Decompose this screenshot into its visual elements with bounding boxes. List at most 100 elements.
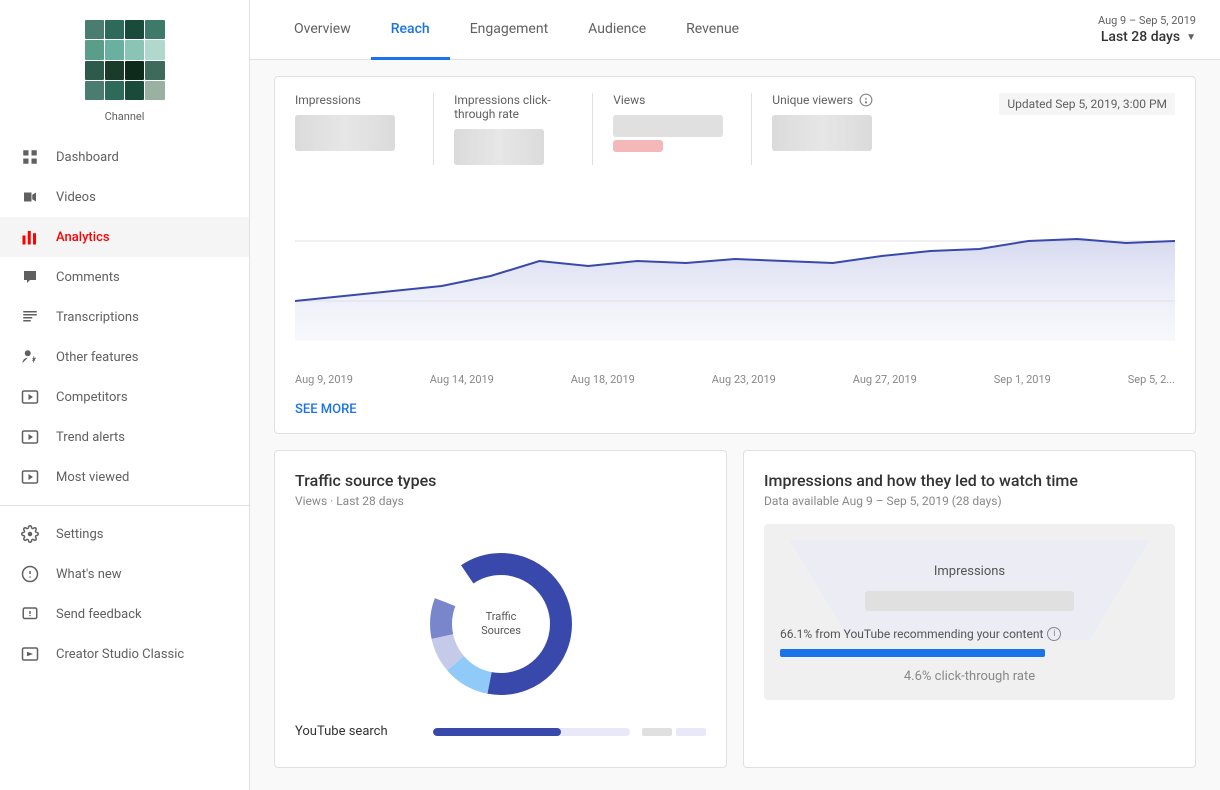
sidebar-item-comments[interactable]: Comments xyxy=(0,257,249,297)
metric-impressions[interactable]: Impressions xyxy=(295,93,434,165)
person-gear-icon xyxy=(20,347,40,367)
chart-area: Aug 9, 2019 Aug 14, 2019 Aug 18, 2019 Au… xyxy=(295,181,1175,417)
metric-unique-viewers[interactable]: Unique viewers xyxy=(752,93,910,165)
sidebar-item-label: Creator Studio Classic xyxy=(56,647,184,662)
chart-label-2: Aug 18, 2019 xyxy=(571,373,635,386)
chart-label-6: Sep 5, 2... xyxy=(1128,373,1175,386)
sidebar-item-dashboard[interactable]: Dashboard xyxy=(0,137,249,177)
traffic-sources-title: Traffic source types xyxy=(295,471,706,490)
updated-text: Updated Sep 5, 2019, 3:00 PM xyxy=(999,93,1175,115)
comment-icon xyxy=(20,267,40,287)
sidebar-item-other-features[interactable]: Other features xyxy=(0,337,249,377)
play-box-icon xyxy=(20,387,40,407)
metrics-header: Impressions Impressions click-through ra… xyxy=(295,93,1175,165)
tab-overview[interactable]: Overview xyxy=(274,1,371,60)
traffic-row-youtube-search: YouTube search xyxy=(295,724,706,739)
sidebar-item-label: Send feedback xyxy=(56,607,142,622)
traffic-sources-card: Traffic source types Views · Last 28 day… xyxy=(274,450,727,768)
donut-chart: Traffic Sources xyxy=(295,524,706,724)
metrics-row: Impressions Impressions click-through ra… xyxy=(295,93,910,165)
sidebar-item-label: Dashboard xyxy=(56,150,119,165)
funnel-impressions-label: Impressions xyxy=(796,564,1143,579)
sidebar-item-whats-new[interactable]: What's new xyxy=(0,554,249,594)
chart-label-0: Aug 9, 2019 xyxy=(295,373,353,386)
see-more-button[interactable]: SEE MORE xyxy=(295,402,357,417)
top-bar: Overview Reach Engagement Audience Reven… xyxy=(250,0,1220,60)
metric-views-label: Views xyxy=(613,93,731,107)
svg-text:Sources: Sources xyxy=(481,624,521,637)
traffic-bar-bg xyxy=(433,728,630,736)
traffic-sources-subtitle: Views · Last 28 days xyxy=(295,494,706,508)
sidebar-item-competitors[interactable]: Competitors xyxy=(0,377,249,417)
sidebar-item-label: Analytics xyxy=(56,230,110,245)
exclamation-icon xyxy=(20,564,40,584)
content-area: Impressions Impressions click-through ra… xyxy=(250,60,1220,790)
dropdown-arrow-icon: ▼ xyxy=(1186,32,1196,43)
bar-chart-icon xyxy=(20,227,40,247)
sidebar-item-videos[interactable]: Videos xyxy=(0,177,249,217)
creator-studio-icon xyxy=(20,644,40,664)
sidebar-item-transcriptions[interactable]: Transcriptions xyxy=(0,297,249,337)
tab-revenue[interactable]: Revenue xyxy=(666,1,759,60)
sidebar-item-label: Trend alerts xyxy=(56,430,125,445)
traffic-label: YouTube search xyxy=(295,724,425,739)
metric-views[interactable]: Views xyxy=(593,93,752,165)
sidebar-item-trend-alerts[interactable]: Trend alerts xyxy=(0,417,249,457)
sidebar-item-label: Settings xyxy=(56,527,103,542)
sidebar-item-most-viewed[interactable]: Most viewed xyxy=(0,457,249,497)
metric-impressions-value xyxy=(295,115,395,151)
sidebar-item-send-feedback[interactable]: Send feedback xyxy=(0,594,249,634)
sidebar-item-label: Competitors xyxy=(56,390,128,405)
metric-views-value xyxy=(613,115,731,152)
sidebar-item-label: Comments xyxy=(56,270,120,285)
trend-icon xyxy=(20,427,40,447)
feedback-icon xyxy=(20,604,40,624)
traffic-bar-fill xyxy=(433,728,561,736)
sidebar-item-creator-studio[interactable]: Creator Studio Classic xyxy=(0,634,249,674)
donut-svg: Traffic Sources xyxy=(411,534,591,714)
sidebar-item-label: What's new xyxy=(56,567,122,582)
metrics-chart-card: Impressions Impressions click-through ra… xyxy=(274,76,1196,434)
sidebar-item-label: Transcriptions xyxy=(56,310,139,325)
tab-engagement[interactable]: Engagement xyxy=(450,1,568,60)
chart-label-5: Sep 1, 2019 xyxy=(994,373,1051,386)
gear-icon xyxy=(20,524,40,544)
metric-unique-viewers-value xyxy=(772,115,872,151)
chart-label-4: Aug 27, 2019 xyxy=(853,373,917,386)
tabs: Overview Reach Engagement Audience Reven… xyxy=(274,0,759,59)
sidebar-item-label: Most viewed xyxy=(56,470,129,485)
sidebar-item-label: Videos xyxy=(56,190,96,205)
channel-label: Channel xyxy=(105,110,145,123)
date-range-small: Aug 9 – Sep 5, 2019 xyxy=(1098,14,1196,27)
grid-icon xyxy=(20,147,40,167)
impressions-funnel-card: Impressions and how they led to watch ti… xyxy=(743,450,1196,768)
metric-unique-viewers-label: Unique viewers xyxy=(772,93,890,107)
most-viewed-icon xyxy=(20,467,40,487)
sidebar-item-label: Other features xyxy=(56,350,139,365)
sidebar-item-settings[interactable]: Settings xyxy=(0,514,249,554)
main-content: Overview Reach Engagement Audience Reven… xyxy=(250,0,1220,790)
impressions-funnel-title: Impressions and how they led to watch ti… xyxy=(764,471,1175,490)
video-icon xyxy=(20,187,40,207)
tab-audience[interactable]: Audience xyxy=(568,1,666,60)
sidebar: Channel Dashboard Videos Analytics xyxy=(0,0,250,790)
sidebar-nav: Dashboard Videos Analytics Comments xyxy=(0,137,249,780)
reach-chart xyxy=(295,181,1175,361)
channel-avatar-section: Channel xyxy=(0,0,249,137)
date-range-main: Last 28 days ▼ xyxy=(1101,29,1196,45)
metric-ctr-label: Impressions click-through rate xyxy=(454,93,572,121)
tab-reach[interactable]: Reach xyxy=(371,1,450,60)
text-icon xyxy=(20,307,40,327)
sidebar-item-analytics[interactable]: Analytics xyxy=(0,217,249,257)
metric-ctr[interactable]: Impressions click-through rate xyxy=(434,93,593,165)
metric-impressions-label: Impressions xyxy=(295,93,413,107)
funnel-visual: Impressions 66.1% from YouTube recommend… xyxy=(764,524,1175,700)
chart-label-1: Aug 14, 2019 xyxy=(430,373,494,386)
metric-ctr-value xyxy=(454,129,544,165)
impressions-funnel-subtitle: Data available Aug 9 – Sep 5, 2019 (28 d… xyxy=(764,494,1175,508)
chart-label-3: Aug 23, 2019 xyxy=(712,373,776,386)
click-rate-text: 4.6% click-through rate xyxy=(780,669,1159,684)
bottom-row: Traffic source types Views · Last 28 day… xyxy=(274,450,1196,768)
date-range-selector[interactable]: Aug 9 – Sep 5, 2019 Last 28 days ▼ xyxy=(1098,14,1196,45)
chart-x-labels: Aug 9, 2019 Aug 14, 2019 Aug 18, 2019 Au… xyxy=(295,373,1175,386)
